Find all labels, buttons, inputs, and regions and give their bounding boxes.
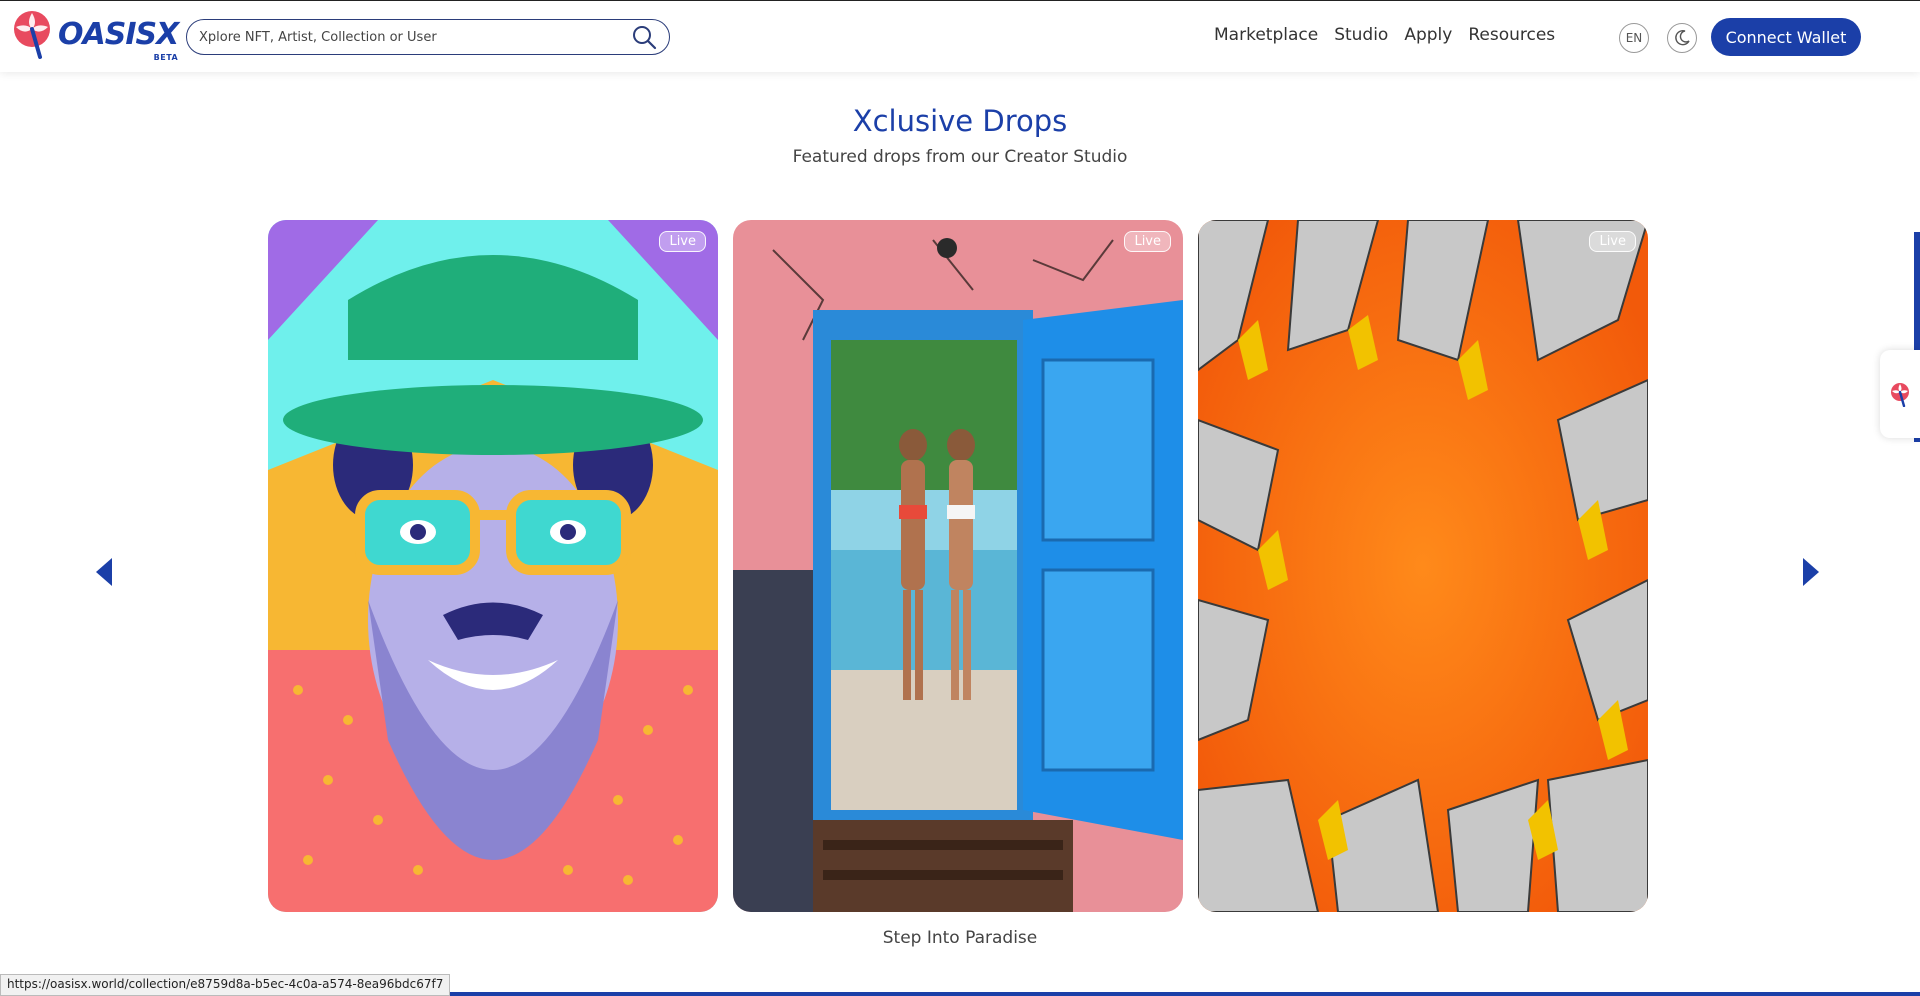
nav-marketplace[interactable]: Marketplace xyxy=(1214,25,1318,45)
live-badge: Live xyxy=(1589,231,1636,252)
footer-divider xyxy=(440,992,1920,996)
search-input[interactable] xyxy=(199,29,631,45)
section-subtitle: Featured drops from our Creator Studio xyxy=(792,147,1128,167)
nav-studio[interactable]: Studio xyxy=(1334,25,1388,45)
drop-card-1[interactable]: Live xyxy=(268,220,718,912)
language-button[interactable]: EN xyxy=(1619,23,1649,53)
palm-logo-icon xyxy=(1891,383,1909,407)
drop-card-3[interactable]: Live xyxy=(1198,220,1648,912)
side-widget-tab[interactable] xyxy=(1880,350,1920,438)
nav-apply[interactable]: Apply xyxy=(1404,25,1452,45)
theme-toggle-button[interactable] xyxy=(1667,23,1697,53)
browser-status-url: https://oasisx.world/collection/e8759d8a… xyxy=(0,974,451,996)
drop-image-portrait xyxy=(268,220,718,912)
drop-caption[interactable]: Step Into Paradise xyxy=(0,928,1920,948)
main-nav: Marketplace Studio Apply Resources xyxy=(1214,25,1571,45)
live-badge: Live xyxy=(659,231,706,252)
nav-resources[interactable]: Resources xyxy=(1468,25,1555,45)
search-bar xyxy=(186,19,670,55)
logo-wordmark: OASISX BETA xyxy=(58,16,179,62)
section-title: Xclusive Drops xyxy=(852,104,1068,138)
search-icon[interactable] xyxy=(631,24,657,50)
drop-image-doorway xyxy=(733,220,1183,912)
connect-wallet-button[interactable]: Connect Wallet xyxy=(1711,18,1861,56)
beta-label: BETA xyxy=(153,52,179,62)
palm-logo-icon xyxy=(14,11,50,59)
moon-icon xyxy=(1675,29,1690,46)
drop-card-2[interactable]: Live xyxy=(733,220,1183,912)
oasisx-logo[interactable]: OASISX BETA xyxy=(12,9,179,62)
drop-image-geometric xyxy=(1198,220,1648,912)
chevron-right-icon[interactable] xyxy=(1801,556,1821,588)
chevron-left-icon[interactable] xyxy=(94,556,114,588)
top-navbar: OASISX BETA Marketplace Studio Apply Res… xyxy=(0,0,1920,72)
live-badge: Live xyxy=(1124,231,1171,252)
logo-text: OASISX xyxy=(58,16,179,52)
